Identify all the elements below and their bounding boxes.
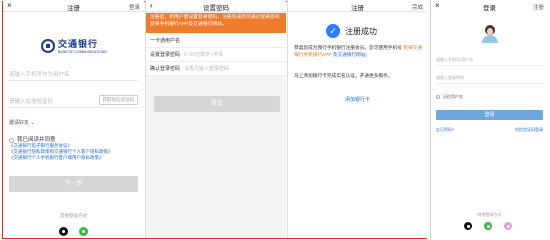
remember-username[interactable]: 记住用户名 bbox=[436, 94, 463, 100]
bank-name-cn: 交通银行 bbox=[58, 39, 99, 49]
register-link[interactable]: 注册 bbox=[533, 3, 544, 11]
confirm-password-row[interactable]: 确认登录密码 请再次输入登录密码 bbox=[146, 62, 286, 76]
forgot-password-link[interactable]: 忘记密码? bbox=[436, 127, 454, 133]
username-label: 一卡通用户名 bbox=[150, 38, 181, 44]
set-password-screen: ‹ 设置密码 注册后，新用户需设置登录密码，注册完成后可通过登录密码登录手机银行… bbox=[145, 0, 286, 238]
submit-button[interactable]: 提交 bbox=[154, 96, 280, 112]
success-banner: ✓ 注册成功 bbox=[326, 24, 377, 38]
apple-login-icon[interactable] bbox=[464, 222, 472, 230]
wechat-login-icon[interactable] bbox=[484, 222, 492, 230]
agree-radio[interactable] bbox=[9, 137, 14, 143]
add-card-hint: 马上添加银行卡完成实名认证，开通更多服务。 bbox=[294, 73, 393, 78]
phone-input[interactable]: 请输入手机号作为用户名 bbox=[9, 67, 138, 81]
password-label: 设置登录密码 bbox=[150, 52, 181, 58]
register-title: 注册 bbox=[67, 5, 80, 12]
confirm-password-placeholder: 请再次输入登录密码 bbox=[184, 66, 230, 72]
login-phone-input[interactable]: 请输入手机号/用户名 bbox=[436, 54, 543, 66]
success-message: 恭喜您成为我行手机银行注册会员。您可使用手机号 登录交通银行手机银行APP 及交… bbox=[294, 44, 424, 58]
sms-code-input[interactable]: 请输入短信验证码 获取短信验证码 bbox=[9, 94, 138, 108]
bank-name-en: BANK OF COMMUNICATIONS bbox=[58, 50, 107, 54]
weibo-login-icon[interactable] bbox=[504, 222, 512, 230]
login-header: × 登录 注册 bbox=[431, 0, 548, 12]
check-icon: ✓ bbox=[326, 24, 340, 38]
done-link[interactable]: 完成 bbox=[412, 3, 423, 11]
success-message-a: 恭喜您成为我行手机银行注册会员。您可使用手机号 bbox=[294, 45, 402, 50]
invite-label: 邀请好友 bbox=[9, 120, 30, 126]
register-success-screen: 注册 完成 ✓ 注册成功 恭喜您成为我行手机银行注册会员。您可使用手机号 登录交… bbox=[287, 0, 427, 238]
next-button[interactable]: 下一步 bbox=[9, 176, 138, 192]
confirm-password-label: 确认登录密码 bbox=[150, 66, 181, 72]
remember-label: 记住用户名 bbox=[443, 94, 463, 99]
register-header: × 注册 登录 bbox=[3, 0, 144, 12]
agreement-block: 我已阅读并同意 《交通银行电子银行服务协议》 《交通银行隐私政策和交通银行个人客… bbox=[9, 137, 139, 161]
register-screen: × 注册 登录 交通银行 BANK OF COMMUNICATIONS 请输入手… bbox=[3, 0, 144, 238]
success-header: 注册 完成 bbox=[288, 0, 427, 12]
login-phone-placeholder: 请输入手机号/用户名 bbox=[436, 57, 474, 62]
get-sms-code-button[interactable]: 获取短信验证码 bbox=[98, 95, 138, 105]
sms-login-link[interactable]: 短信验证码登录 bbox=[515, 127, 543, 133]
username-row[interactable]: 一卡通用户名 bbox=[146, 34, 286, 48]
success-header-title: 注册 bbox=[351, 5, 364, 12]
agreement-link[interactable]: 《交通银行个人手机银行客户端用户隐私政策》 bbox=[9, 155, 139, 161]
bank-logo: 交通银行 BANK OF COMMUNICATIONS bbox=[41, 37, 107, 54]
password-row[interactable]: 设置登录密码 6~20位数字+字母 bbox=[146, 48, 286, 62]
password-placeholder: 6~20位数字+字母 bbox=[184, 52, 224, 58]
notice-banner: 注册后，新用户需设置登录密码，注册完成后可通过登录密码登录手机银行APP及交通银… bbox=[146, 13, 286, 33]
phone-placeholder: 请输入手机号作为用户名 bbox=[9, 72, 70, 78]
remember-radio[interactable] bbox=[436, 95, 440, 99]
login-screen: × 登录 注册 请输入手机号/用户名 请输入登录密码 记住用户名 登录 忘记密码… bbox=[430, 0, 548, 238]
login-password-placeholder: 请输入登录密码 bbox=[436, 75, 464, 80]
login-link[interactable]: 登录 bbox=[129, 3, 140, 11]
set-password-title: 设置密码 bbox=[203, 5, 229, 12]
login-password-input[interactable]: 请输入登录密码 bbox=[436, 72, 543, 84]
login-button[interactable]: 登录 bbox=[436, 110, 543, 120]
avatar bbox=[482, 25, 498, 43]
success-message-c: 及交通银行网站。 bbox=[332, 52, 371, 57]
other-login-label: 其他登录方式 bbox=[60, 213, 87, 218]
chevron-down-icon: ⌄ bbox=[30, 120, 35, 126]
sms-code-placeholder: 请输入短信验证码 bbox=[9, 99, 54, 105]
login-other-label: 其他登录方式 bbox=[477, 212, 502, 217]
set-password-header: ‹ 设置密码 bbox=[146, 0, 286, 12]
bank-logo-icon bbox=[41, 38, 55, 53]
invite-toggle[interactable]: 邀请好友 ⌄ bbox=[9, 119, 35, 126]
login-title: 登录 bbox=[483, 5, 496, 12]
password-form: 一卡通用户名 设置登录密码 6~20位数字+字母 确认登录密码 请再次输入登录密… bbox=[146, 34, 286, 76]
apple-login-icon[interactable] bbox=[59, 227, 68, 236]
add-card-link[interactable]: 添加银行卡 bbox=[288, 96, 427, 103]
wechat-login-icon[interactable] bbox=[79, 227, 88, 236]
success-text: 注册成功 bbox=[345, 26, 377, 36]
